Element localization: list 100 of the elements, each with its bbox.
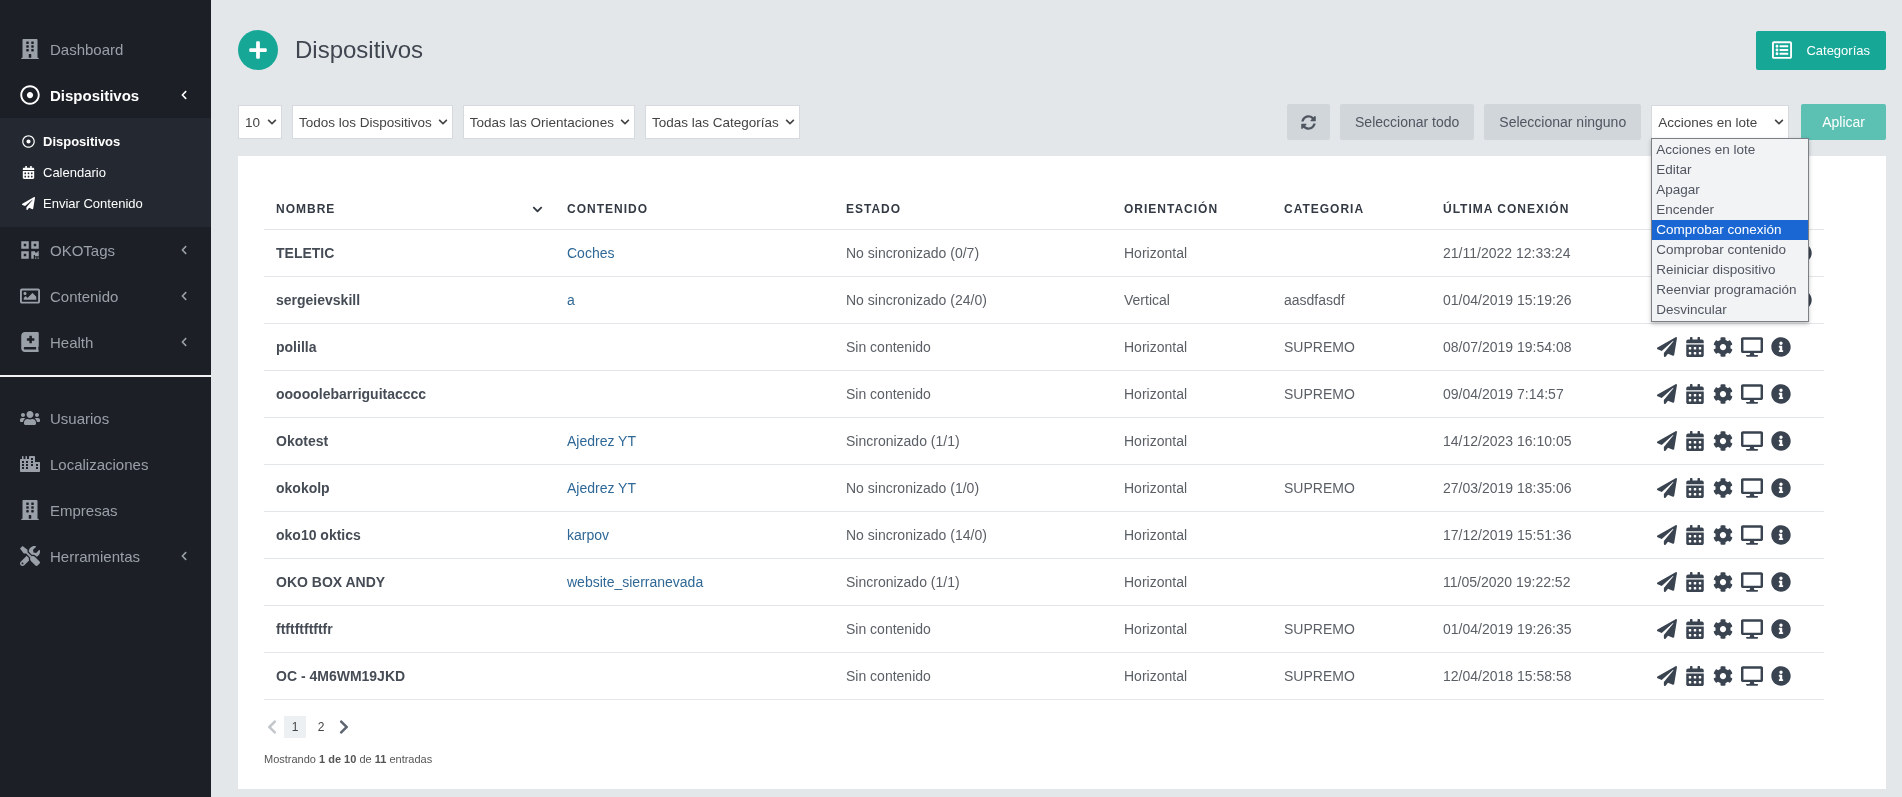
- filter-select[interactable]: Todas las Categorías: [644, 105, 800, 139]
- dropdown-option[interactable]: Desvincular: [1652, 300, 1809, 320]
- paper-plane-icon: [22, 197, 35, 210]
- dropdown-option[interactable]: Comprobar contenido: [1652, 240, 1809, 260]
- select-all-button[interactable]: Seleccionar todo: [1340, 104, 1475, 140]
- orientation-text: Horizontal: [1124, 339, 1188, 355]
- paper-plane-icon: [1657, 666, 1677, 686]
- paper-plane-icon: [1657, 337, 1677, 357]
- category-text: SUPREMO: [1284, 339, 1355, 355]
- column-header[interactable]: ÚLTIMA CONEXIÓN: [1443, 202, 1570, 216]
- caret-icon: [267, 117, 277, 127]
- column-header[interactable]: ESTADO: [846, 202, 902, 216]
- submenu-item[interactable]: Enviar Contenido: [0, 188, 211, 219]
- orientation-text: Horizontal: [1124, 527, 1188, 543]
- sidebar-item[interactable]: Dashboard: [0, 26, 211, 72]
- sidebar-item[interactable]: OKOTags: [0, 227, 211, 273]
- status-text: Sin contenido: [846, 668, 931, 684]
- submenu-label: Calendario: [43, 165, 106, 180]
- monitor-icon: [1741, 571, 1763, 593]
- calendar-icon: [1685, 384, 1705, 404]
- date-text: 11/05/2020 19:22:52: [1443, 574, 1571, 590]
- monitor-icon: [1741, 477, 1763, 499]
- dropdown-option[interactable]: Reenviar programación: [1652, 280, 1809, 300]
- device-name: polilla: [276, 339, 317, 355]
- content-link[interactable]: Coches: [567, 245, 615, 261]
- building-icon: [20, 500, 40, 520]
- sidebar-item[interactable]: Localizaciones: [0, 441, 211, 487]
- dropdown-option[interactable]: Reiniciar dispositivo: [1652, 260, 1809, 280]
- submenu-item[interactable]: Dispositivos: [0, 126, 211, 157]
- qrcode-icon: [20, 240, 40, 260]
- paper-plane-icon: [1657, 431, 1677, 451]
- paper-plane-icon: [1657, 525, 1677, 545]
- filter-select[interactable]: 10: [238, 105, 282, 139]
- sidebar-item[interactable]: Herramientas: [0, 533, 211, 579]
- select-none-button[interactable]: Seleccionar ninguno: [1484, 104, 1642, 140]
- device-name: ftftftftftfr: [276, 621, 333, 637]
- paper-plane-icon: [1657, 478, 1677, 498]
- calendar-icon: [22, 166, 35, 179]
- monitor-icon: [1741, 336, 1763, 358]
- sidebar-item[interactable]: Usuarios: [0, 395, 211, 441]
- refresh-button[interactable]: [1287, 104, 1331, 140]
- dropdown-option[interactable]: Acciones en lote: [1652, 140, 1809, 160]
- filter-select[interactable]: Todos los Dispositivos: [292, 105, 453, 139]
- add-button[interactable]: [238, 30, 278, 70]
- device-name: TELETIC: [276, 245, 335, 261]
- info-icon: [1771, 478, 1791, 498]
- settings-icon: [1713, 572, 1733, 592]
- paper-plane-icon: [1657, 619, 1677, 639]
- city-icon: [20, 454, 40, 474]
- dropdown-option[interactable]: Editar: [1652, 160, 1809, 180]
- settings-icon: [1713, 525, 1733, 545]
- column-header[interactable]: NOMBRE: [276, 202, 336, 216]
- page-button[interactable]: 2: [310, 716, 332, 738]
- monitor-icon: [1741, 618, 1763, 640]
- building-icon: [20, 39, 40, 59]
- page-button[interactable]: 1: [284, 716, 306, 738]
- content-link[interactable]: Ajedrez YT: [567, 480, 636, 496]
- category-text: SUPREMO: [1284, 386, 1355, 402]
- settings-icon: [1713, 384, 1733, 404]
- content-link[interactable]: website_sierranevada: [567, 574, 704, 590]
- orientation-text: Horizontal: [1124, 621, 1188, 637]
- settings-icon: [1713, 337, 1733, 357]
- content-link[interactable]: karpov: [567, 527, 610, 543]
- dropdown-option[interactable]: Comprobar conexión: [1652, 220, 1809, 240]
- column-header[interactable]: CONTENIDO: [567, 202, 648, 216]
- info-icon: [1771, 431, 1791, 451]
- submenu-label: Dispositivos: [43, 134, 121, 149]
- bulk-actions-select[interactable]: Acciones en lote: [1651, 105, 1790, 139]
- sidebar-item[interactable]: Dispositivos: [0, 72, 211, 118]
- users-icon: [20, 408, 40, 428]
- device-name: OC - 4M6WM19JKD: [276, 668, 406, 684]
- orientation-text: Horizontal: [1124, 433, 1188, 449]
- dropdown-option[interactable]: Apagar: [1652, 180, 1809, 200]
- sidebar-item[interactable]: Empresas: [0, 487, 211, 533]
- content-link[interactable]: a: [567, 292, 575, 308]
- content-link[interactable]: Ajedrez YT: [567, 433, 636, 449]
- dropdown-option[interactable]: Encender: [1652, 200, 1809, 220]
- info-icon: [1771, 384, 1791, 404]
- status-text: No sincronizado (0/7): [846, 245, 980, 261]
- caret-icon: [619, 117, 630, 127]
- submenu-item[interactable]: Calendario: [0, 157, 211, 188]
- orientation-text: Horizontal: [1124, 668, 1188, 684]
- status-text: Sin contenido: [846, 621, 931, 637]
- column-header[interactable]: ORIENTACIÓN: [1124, 202, 1219, 216]
- monitor-icon: [1741, 665, 1763, 687]
- sidebar-item[interactable]: Health: [0, 319, 211, 365]
- sidebar-item[interactable]: Contenido: [0, 273, 211, 319]
- calendar-icon: [1685, 619, 1705, 639]
- device-name: oko10 oktics: [276, 527, 361, 543]
- column-header[interactable]: CATEGORIA: [1284, 202, 1365, 216]
- orientation-text: Horizontal: [1124, 386, 1188, 402]
- entries-summary: Mostrando 1 de 10 de 11 entradas: [264, 753, 434, 765]
- caret-icon: [437, 117, 448, 127]
- orientation-text: Vertical: [1124, 292, 1170, 308]
- category-text: SUPREMO: [1284, 621, 1355, 637]
- filter-select[interactable]: Todas las Orientaciones: [462, 105, 635, 139]
- calendar-icon: [1685, 666, 1705, 686]
- status-text: Sin contenido: [846, 339, 931, 355]
- status-text: No sincronizado (24/0): [846, 292, 987, 308]
- calendar-icon: [1685, 431, 1705, 451]
